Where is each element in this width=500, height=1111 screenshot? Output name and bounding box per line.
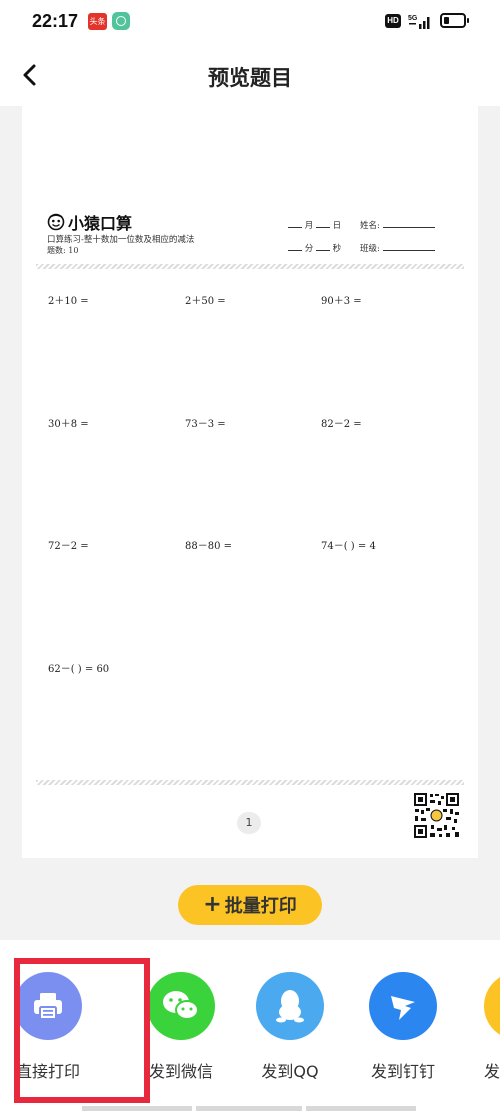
class-field: 班级:	[360, 242, 435, 254]
share-label-qq: 发到QQ	[261, 1062, 319, 1081]
nav-bar: 预览题目	[0, 44, 500, 106]
scroll-indicator	[196, 1106, 302, 1111]
minute-label: 分	[304, 244, 314, 254]
batch-print-button[interactable]: + 批量打印	[178, 885, 322, 925]
problem-2: 2＋50 =	[185, 296, 226, 307]
status-time: 22:17	[32, 11, 79, 31]
scroll-indicator	[82, 1106, 192, 1111]
monkey-logo-icon	[47, 213, 65, 231]
signal-icon: 5G	[408, 15, 430, 29]
problem-7: 72－2 =	[48, 541, 89, 552]
share-item-dingtalk[interactable]: 发到钉钉	[355, 972, 451, 1082]
highlight-box	[14, 958, 150, 1103]
problem-8: 88－80 =	[185, 541, 233, 552]
toutiao-app-icon: 头条	[88, 13, 107, 30]
network-type-text: 5G	[408, 15, 418, 22]
top-divider	[36, 264, 464, 269]
problem-9: 74－( ) = 4	[321, 541, 376, 552]
problem-10: 62－( ) = 60	[48, 664, 110, 675]
notification-app-icon	[112, 12, 130, 30]
problem-1: 2＋10 =	[48, 296, 89, 307]
battery-icon	[440, 13, 469, 28]
share-label-more: 发	[484, 1062, 500, 1081]
share-item-more[interactable]: 发	[470, 972, 500, 1082]
qr-code-icon	[413, 792, 460, 839]
problem-5: 73－3 =	[185, 419, 226, 430]
batch-print-label: 批量打印	[224, 896, 297, 917]
time-field: 分 秒	[288, 242, 341, 254]
class-label: 班级:	[360, 244, 380, 254]
dingtalk-icon	[369, 972, 437, 1040]
problem-3: 90＋3 =	[321, 296, 362, 307]
date-field: 月 日	[288, 219, 341, 231]
page-title: 预览题目	[208, 66, 292, 90]
share-item-qq[interactable]: 发到QQ	[242, 972, 338, 1082]
day-label: 日	[332, 221, 342, 231]
bottom-divider	[36, 780, 464, 785]
name-field: 姓名:	[360, 219, 435, 231]
sheet-subtitle: 口算练习-整十数加一位数及相应的减法	[47, 235, 195, 245]
more-share-icon	[484, 972, 500, 1040]
status-bar: 22:17 头条 HD 5G	[0, 0, 500, 44]
name-label: 姓名:	[360, 221, 380, 231]
logo-text: 小猿口算	[68, 214, 133, 233]
wechat-icon	[147, 972, 215, 1040]
sheet-logo: 小猿口算	[47, 212, 133, 233]
problem-count: 题数: 10	[47, 246, 79, 255]
scroll-indicator	[306, 1106, 416, 1111]
plus-icon: +	[203, 892, 222, 917]
second-label: 秒	[332, 244, 342, 254]
worksheet-preview: 小猿口算 口算练习-整十数加一位数及相应的减法 题数: 10 月 日 分 秒 姓…	[22, 106, 478, 858]
hd-icon: HD	[385, 14, 401, 28]
problem-6: 82－2 =	[321, 419, 362, 430]
page-number-badge: 1	[237, 812, 261, 834]
share-label-dingtalk: 发到钉钉	[370, 1062, 435, 1081]
month-label: 月	[304, 221, 314, 231]
qq-penguin-icon	[256, 972, 324, 1040]
problem-4: 30＋8 =	[48, 419, 89, 430]
